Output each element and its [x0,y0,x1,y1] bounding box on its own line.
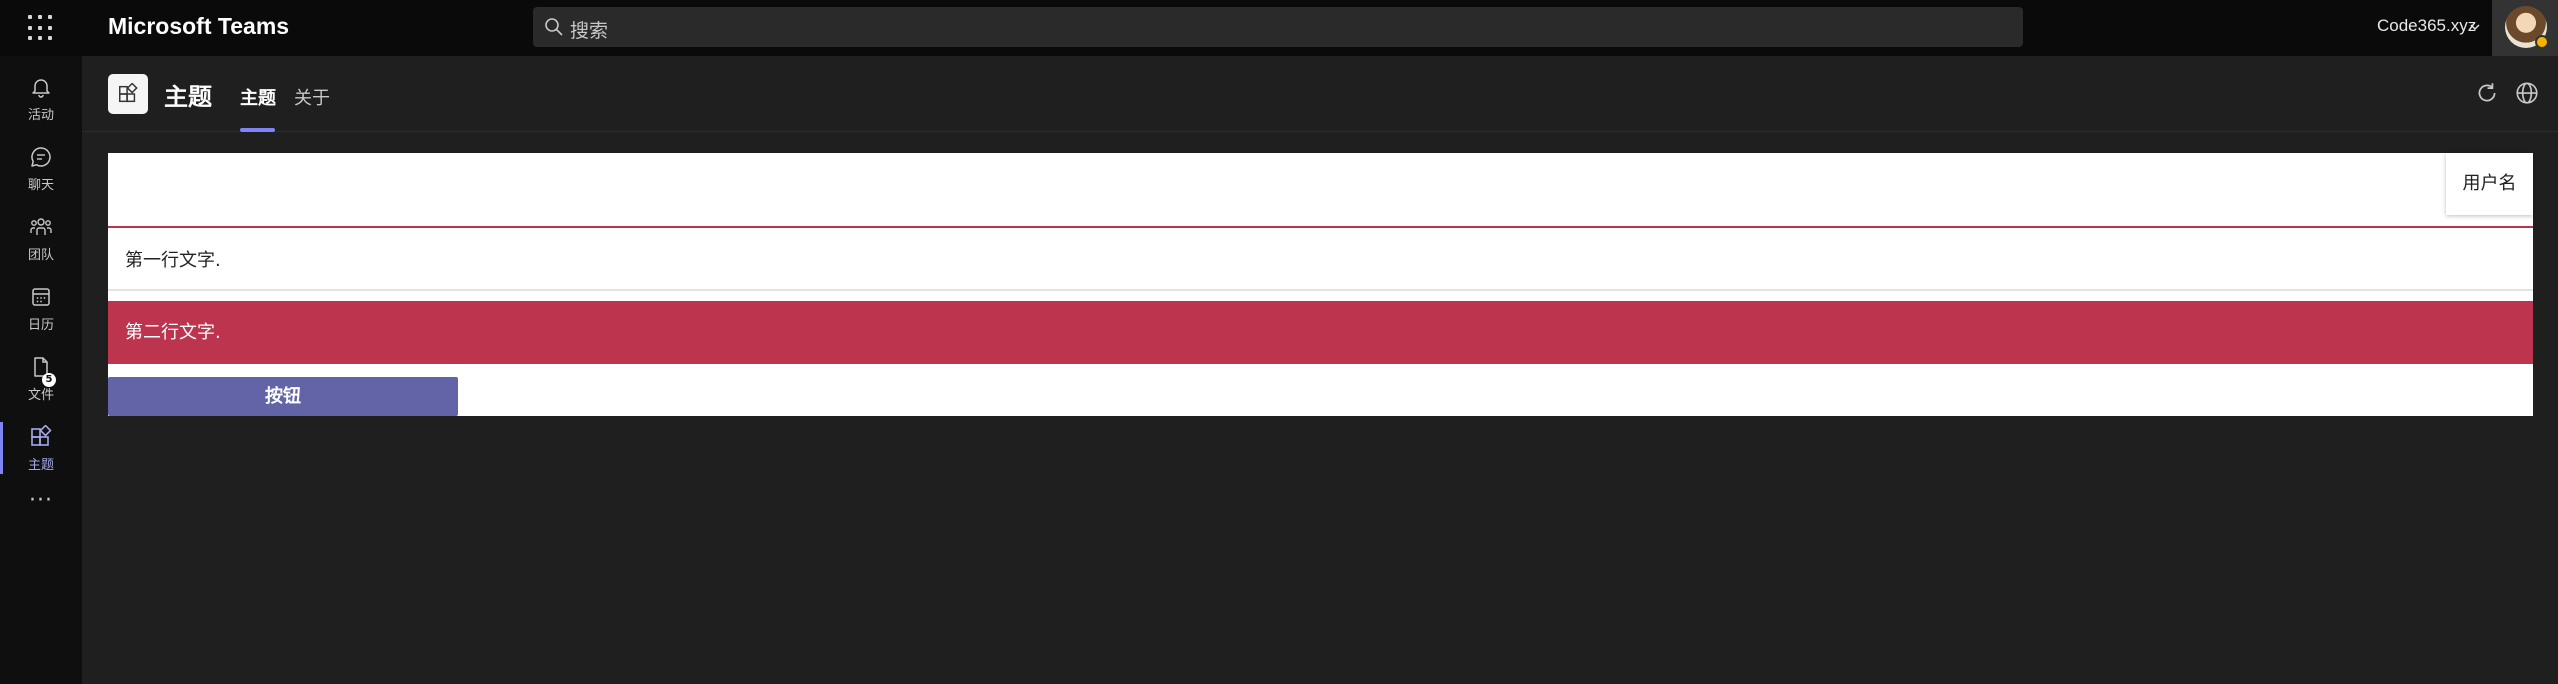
rail-item-label: 团队 [27,248,54,263]
refresh-icon[interactable] [2474,80,2500,106]
rail-item-topics[interactable]: 主题 [0,412,82,482]
app-header: 主题 主题 关于 [82,56,2558,132]
rail-item-chat[interactable]: 聊天 [0,132,82,202]
username-label: 用户名 [2446,153,2533,215]
rail-item-label: 文件 [27,388,54,403]
teams-icon [30,218,52,235]
text-row-1: 第一行文字. [108,230,2533,291]
app-content: 用户名 第一行文字. 第二行文字. 按钮 [108,153,2533,416]
app-logo [108,74,148,114]
apps-icon [119,83,138,103]
search-placeholder: 搜索 [570,20,609,42]
page-title: 主题 [164,83,212,111]
apps-icon [31,425,52,446]
chat-icon [31,147,51,167]
chevron-down-icon[interactable] [2469,21,2481,33]
profile-button[interactable] [2492,0,2558,56]
rail-item-files[interactable]: 5 文件 [0,342,82,412]
rail-item-teams[interactable]: 团队 [0,202,82,272]
app-launcher-icon[interactable] [26,13,56,43]
active-tab-indicator [240,128,275,132]
rail-item-label: 聊天 [27,178,54,193]
globe-icon[interactable] [2514,80,2540,106]
tab-topics[interactable]: 主题 [240,84,276,110]
more-apps-icon[interactable]: ··· [0,488,82,513]
search-input[interactable]: 搜索 [533,7,2023,47]
rail-item-label: 日历 [27,318,54,333]
header-section: 用户名 [108,153,2533,228]
rail-item-label: 活动 [27,108,54,123]
tab-about[interactable]: 关于 [294,84,330,110]
tenant-switcher[interactable]: Code365.xyz [2377,16,2476,36]
primary-button[interactable]: 按钮 [108,377,458,416]
presence-status-icon [2535,35,2549,49]
top-bar: Microsoft Teams 搜索 Code365.xyz [0,0,2558,56]
app-title: Microsoft Teams [108,13,290,39]
search-icon [545,18,563,36]
app-rail: 活动 聊天 团队 日历 5 文件 主题 ··· [0,56,82,684]
rail-item-activity[interactable]: 活动 [0,62,82,132]
bell-icon [32,79,50,98]
rail-item-label: 主题 [27,458,54,473]
rail-item-calendar[interactable]: 日历 [0,272,82,342]
text-row-2: 第二行文字. [108,301,2533,364]
calendar-icon [32,288,50,306]
